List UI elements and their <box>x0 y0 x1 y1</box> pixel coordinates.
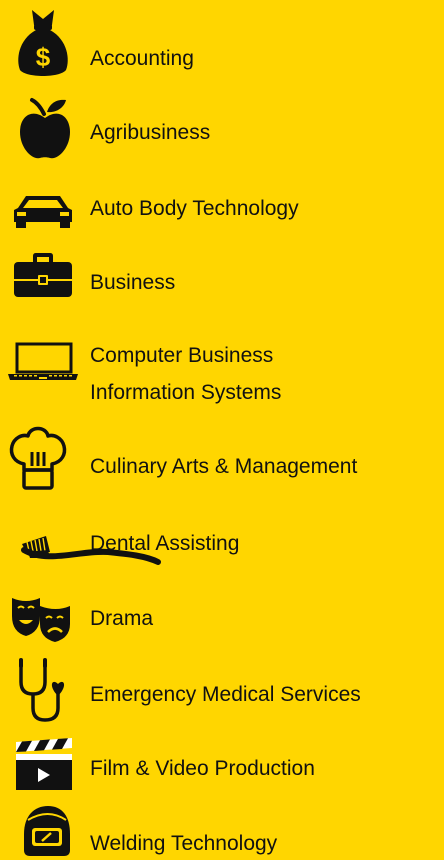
program-label: Culinary Arts & Management <box>90 455 358 478</box>
program-label: Business <box>90 271 176 294</box>
program-label: Film & Video Production <box>90 757 315 780</box>
briefcase-icon <box>14 253 72 297</box>
program-label-line-2: Information Systems <box>90 381 282 404</box>
laptop-icon <box>8 342 78 380</box>
program-label: Auto Body Technology <box>90 197 299 220</box>
apple-icon <box>20 98 70 159</box>
car-icon <box>14 196 72 228</box>
chef-hat-icon <box>9 426 67 490</box>
clapperboard-icon <box>16 738 72 790</box>
welding-helmet-icon <box>24 806 70 856</box>
svg-text:$: $ <box>36 42 51 72</box>
program-label: Drama <box>90 607 154 630</box>
program-label: Agribusiness <box>90 121 211 144</box>
money-bag-icon: $ <box>18 10 68 76</box>
theater-masks-icon <box>12 598 70 642</box>
stethoscope-icon <box>19 658 65 722</box>
program-label: Dental Assisting <box>90 532 240 555</box>
program-label: Emergency Medical Services <box>90 683 361 706</box>
program-label-line-1: Computer Business <box>90 344 274 367</box>
program-label: Welding Technology <box>90 832 278 855</box>
program-label: Accounting <box>90 47 194 70</box>
